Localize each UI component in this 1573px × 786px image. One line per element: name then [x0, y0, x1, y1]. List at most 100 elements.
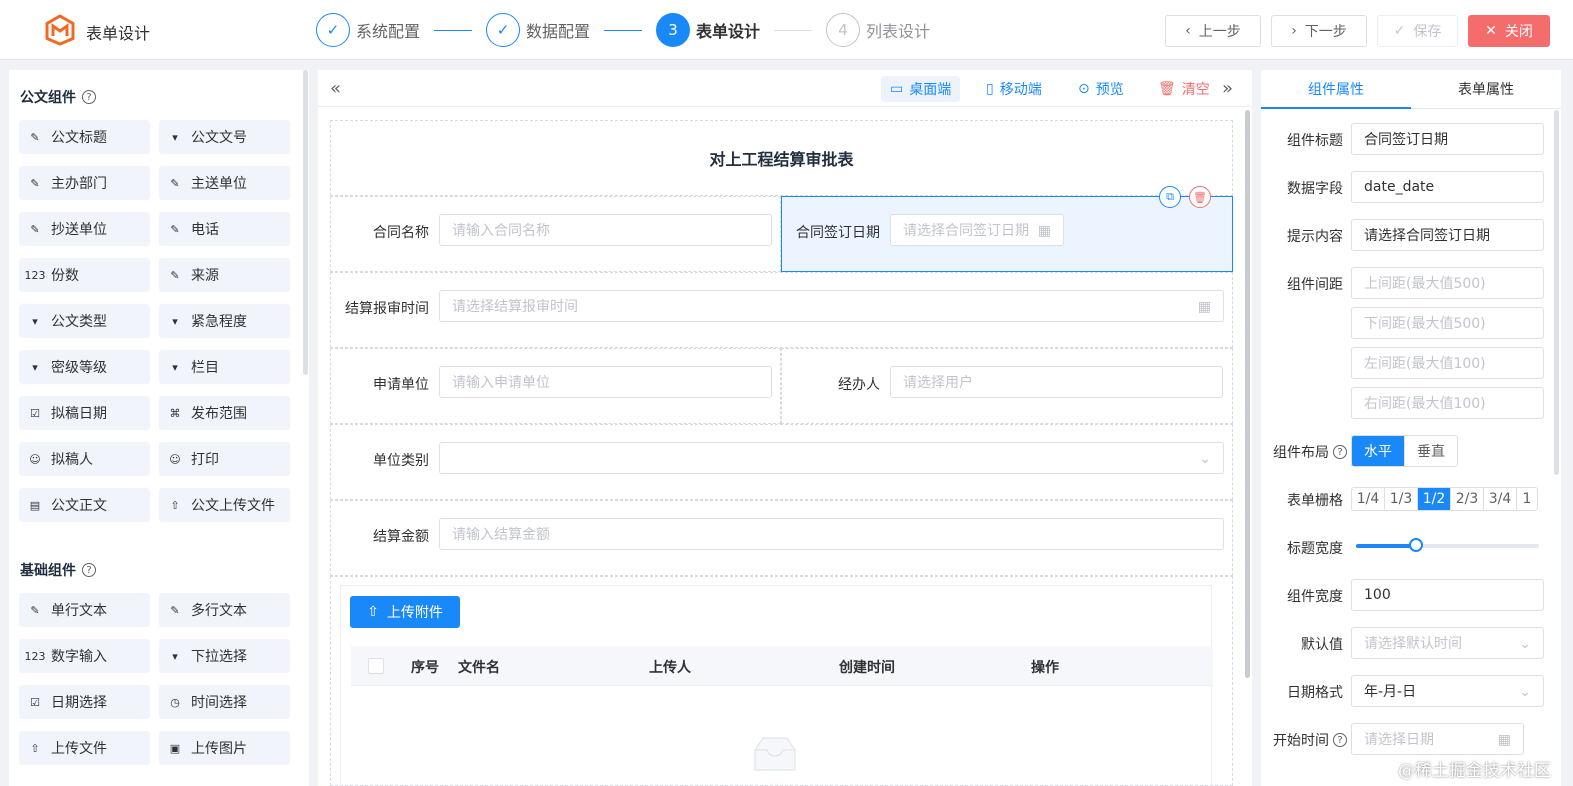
layout-vertical-option[interactable]: 垂直	[1405, 436, 1457, 466]
help-icon[interactable]: ?	[82, 563, 96, 577]
attachment-table-box: ⇧ 上传附件 序号 文件名 上传人 创建时间 操作	[340, 585, 1213, 786]
desktop-view-button[interactable]: ▭ 桌面端	[881, 76, 961, 102]
upload-attachment-button[interactable]: ⇧ 上传附件	[350, 596, 460, 628]
comp-width-input[interactable]: 100	[1351, 579, 1544, 611]
form-title[interactable]: 对上工程结算审批表	[330, 120, 1233, 196]
palette-item[interactable]: ▾ 公文文号	[159, 120, 290, 154]
title-input[interactable]: 合同签订日期	[1351, 123, 1544, 155]
palette-item[interactable]: ✎ 单行文本	[19, 593, 150, 627]
layout-horizontal-option[interactable]: 水平	[1352, 436, 1405, 466]
tab-component-props[interactable]: 组件属性	[1261, 70, 1411, 109]
palette-item-label: 来源	[191, 268, 219, 284]
palette-item[interactable]: ☺ 打印	[159, 442, 290, 476]
contract-name-input[interactable]: 请输入合同名称	[439, 214, 772, 246]
palette-item[interactable]: ✎ 主送单位	[159, 166, 290, 200]
amount-input[interactable]: 请输入结算金额	[439, 518, 1224, 550]
palette-item[interactable]: ✎ 电话	[159, 212, 290, 246]
help-icon[interactable]: ?	[1333, 445, 1347, 459]
grid-option[interactable]: 1/3	[1385, 488, 1418, 510]
copy-icon[interactable]: ⧉	[1159, 186, 1181, 208]
palette-item[interactable]: ▾ 密级等级	[19, 350, 150, 384]
palette-item[interactable]: ⇧ 公文上传文件	[159, 488, 290, 522]
margin-top-input[interactable]: 上间距(最大值500)	[1351, 267, 1544, 299]
margin-bottom-input[interactable]: 下间距(最大值500)	[1351, 307, 1544, 339]
unit-type-select[interactable]: ⌄	[439, 442, 1224, 474]
clear-button[interactable]: 🗑 清空	[1149, 76, 1219, 102]
collapse-left-icon[interactable]: «	[330, 78, 341, 99]
date-format-select[interactable]: 年-月-日 ⌄	[1351, 675, 1544, 707]
palette-item[interactable]: ☑ 日期选择	[19, 685, 150, 719]
palette-item[interactable]: ⌘ 发布范围	[159, 396, 290, 430]
preview-button[interactable]: ⊙ 预览	[1069, 76, 1133, 102]
prev-step-button[interactable]: ‹ 上一步	[1165, 15, 1261, 47]
form-item-handler[interactable]: 经办人 请选择用户	[781, 348, 1233, 424]
format-label: 日期格式	[1287, 685, 1343, 701]
grid-option[interactable]: 1	[1517, 488, 1537, 510]
step-form-design[interactable]: 3 表单设计	[656, 13, 760, 47]
start-date-picker[interactable]: 请选择日期 ▦	[1351, 723, 1524, 755]
form-item-sign-date[interactable]: 合同签订日期 请选择合同签订日期 ▦	[781, 196, 1233, 272]
form-item-unit[interactable]: 申请单位 请输入申请单位	[330, 348, 781, 424]
palette-scrollbar[interactable]	[303, 70, 308, 375]
palette-item[interactable]: ✎ 主办部门	[19, 166, 150, 200]
step-list-design[interactable]: 4 列表设计	[826, 13, 930, 47]
palette-item[interactable]: ▾ 紧急程度	[159, 304, 290, 338]
help-icon[interactable]: ?	[1333, 733, 1347, 747]
palette-item-label: 多行文本	[191, 603, 247, 619]
props-scrollbar[interactable]	[1554, 110, 1559, 475]
margin-right-input[interactable]: 右间距(最大值100)	[1351, 387, 1544, 419]
tab-form-props[interactable]: 表单属性	[1411, 70, 1561, 109]
save-button[interactable]: ✓ 保存	[1377, 15, 1458, 47]
hint-input[interactable]: 请选择合同签订日期	[1351, 219, 1544, 251]
help-icon[interactable]: ?	[82, 90, 96, 104]
palette-item-label: 时间选择	[191, 695, 247, 711]
select-icon: ▾	[172, 649, 178, 663]
check-icon: ✓	[1393, 23, 1406, 39]
mobile-view-button[interactable]: ▯ 移动端	[977, 76, 1051, 102]
slider-thumb[interactable]	[1409, 538, 1424, 552]
palette-item[interactable]: ▾ 栏目	[159, 350, 290, 384]
palette-item[interactable]: ▾ 公文类型	[19, 304, 150, 338]
grid-option[interactable]: 1/4	[1352, 488, 1385, 510]
margin-left-input[interactable]: 左间距(最大值100)	[1351, 347, 1544, 379]
canvas-scrollbar[interactable]	[1245, 110, 1250, 678]
grid-option[interactable]: 2/3	[1451, 488, 1484, 510]
grid-option[interactable]: 3/4	[1484, 488, 1517, 510]
delete-icon[interactable]: 🗑	[1189, 186, 1211, 208]
form-item-unit-type[interactable]: 单位类别 ⌄	[330, 424, 1233, 500]
unit-input[interactable]: 请输入申请单位	[439, 366, 772, 398]
palette-item[interactable]: ▤ 公文正文	[19, 488, 150, 522]
grid-option[interactable]: 1/2	[1418, 488, 1451, 510]
report-time-picker[interactable]: 请选择结算报审时间 ▦	[439, 290, 1224, 322]
palette-item[interactable]: ✎ 来源	[159, 258, 290, 292]
palette-item[interactable]: 123 份数	[19, 258, 150, 292]
palette-item[interactable]: ▾ 下拉选择	[159, 639, 290, 673]
attachment-table-header: 序号 文件名 上传人 创建时间 操作	[351, 646, 1213, 686]
palette-item[interactable]: ☑ 拟稿日期	[19, 396, 150, 430]
default-value-picker[interactable]: 请选择默认时间 ⌄	[1351, 627, 1544, 659]
step-system-config[interactable]: ✓ 系统配置	[316, 13, 420, 47]
form-item-report-time[interactable]: 结算报审时间 请选择结算报审时间 ▦	[330, 272, 1233, 348]
select-all-checkbox[interactable]	[368, 658, 384, 674]
palette-item[interactable]: ✎ 多行文本	[159, 593, 290, 627]
palette-item-label: 公文标题	[51, 130, 107, 146]
palette-item[interactable]: ✎ 公文标题	[19, 120, 150, 154]
palette-item[interactable]: ☺ 拟稿人	[19, 442, 150, 476]
palette-item[interactable]: ✎ 抄送单位	[19, 212, 150, 246]
palette-item[interactable]: ▣ 上传图片	[159, 731, 290, 765]
label-width-slider[interactable]	[1356, 538, 1539, 552]
next-step-button[interactable]: › 下一步	[1271, 15, 1367, 47]
sign-date-picker[interactable]: 请选择合同签订日期 ▦	[890, 214, 1064, 246]
palette-item[interactable]: 123 数字输入	[19, 639, 150, 673]
close-button[interactable]: ✕ 关闭	[1468, 15, 1550, 47]
handler-input[interactable]: 请选择用户	[890, 366, 1223, 398]
step-data-config[interactable]: ✓ 数据配置	[486, 13, 590, 47]
palette-item[interactable]: ⇧ 上传文件	[19, 731, 150, 765]
form-item-contract-name[interactable]: 合同名称 请输入合同名称	[330, 196, 781, 272]
collapse-right-icon[interactable]: »	[1222, 78, 1233, 99]
field-input[interactable]: date_date	[1351, 171, 1544, 203]
app-title: 表单设计	[86, 24, 151, 43]
step-label: 表单设计	[696, 22, 761, 41]
palette-item[interactable]: ◷ 时间选择	[159, 685, 290, 719]
form-item-amount[interactable]: 结算金额 请输入结算金额	[330, 500, 1233, 576]
